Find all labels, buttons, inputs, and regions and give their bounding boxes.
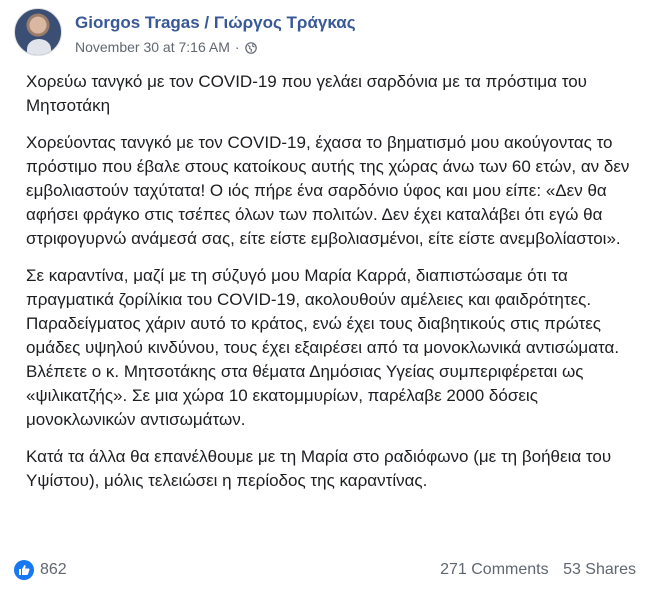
- reactions-count[interactable]: 862: [40, 561, 67, 579]
- separator-dot: ·: [234, 39, 240, 55]
- post-paragraph-3: Σε καραντίνα, μαζί με τη σύζυγό μου Μαρί…: [26, 266, 620, 429]
- author-name[interactable]: Giorgos Tragas / Γιώργος Τράγκας: [75, 12, 356, 33]
- post-timestamp[interactable]: November 30 at 7:16 AM: [75, 39, 230, 55]
- engagement-counts: 271 Comments 53 Shares: [430, 561, 636, 579]
- post-paragraph-2: Χορεύοντας τανγκό με τον COVID-19, έχασα…: [26, 133, 630, 248]
- globe-icon[interactable]: [244, 41, 257, 54]
- post-paragraph-1: Χορεύω τανγκό με τον COVID-19 που γελάει…: [26, 72, 587, 115]
- shares-count[interactable]: 53 Shares: [563, 561, 636, 578]
- post-paragraph-4: Κατά τα άλλα θα επανέλθουμε με τη Μαρία …: [26, 447, 612, 490]
- like-icon: [14, 560, 34, 580]
- post-footer: 862 271 Comments 53 Shares: [14, 556, 636, 584]
- post-header: Giorgos Tragas / Γιώργος Τράγκας Novembe…: [14, 8, 356, 60]
- facebook-post: Giorgos Tragas / Γιώργος Τράγκας Novembe…: [0, 0, 650, 598]
- post-subline: November 30 at 7:16 AM ·: [75, 39, 356, 55]
- comments-count[interactable]: 271 Comments: [440, 561, 549, 578]
- post-meta: Giorgos Tragas / Γιώργος Τράγκας Novembe…: [75, 8, 356, 55]
- author-avatar[interactable]: [14, 8, 62, 56]
- post-body: Χορεύω τανγκό με τον COVID-19 που γελάει…: [26, 70, 638, 506]
- reactions-summary[interactable]: 862: [14, 560, 67, 580]
